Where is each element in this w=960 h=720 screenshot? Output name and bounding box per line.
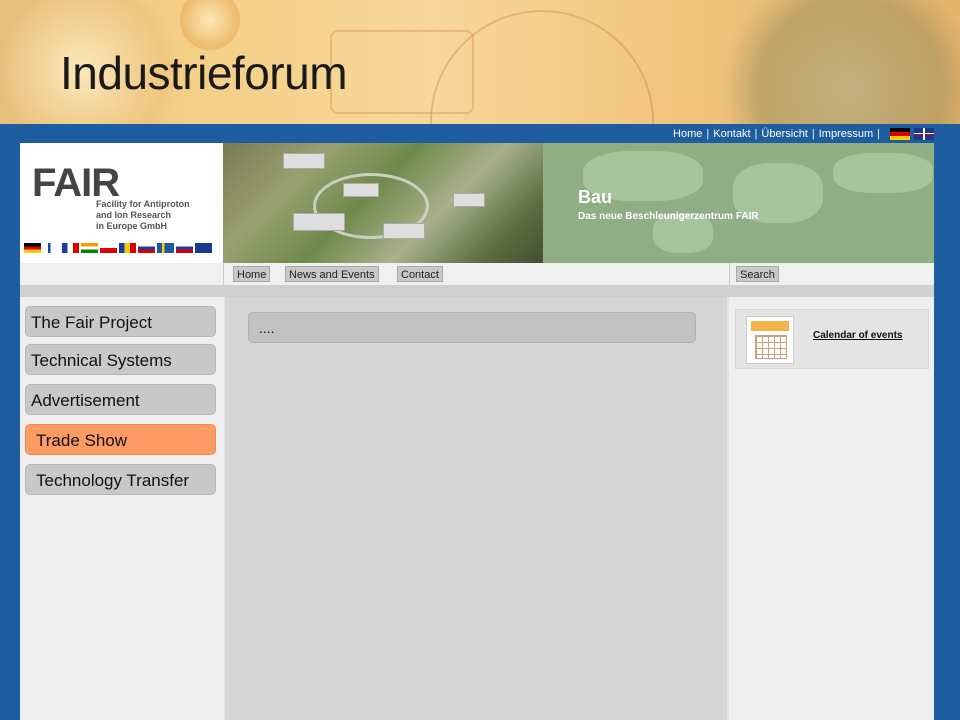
site-page: FAIR Facility for Antiproton and Ion Res… <box>20 143 934 720</box>
building <box>453 193 485 207</box>
separator: | <box>877 128 880 140</box>
german-flag-icon[interactable] <box>890 128 910 140</box>
banner-subtitle: Das neue Beschleunigerzentrum FAIR <box>578 211 759 222</box>
nav-news-button[interactable]: News and Events <box>285 266 379 282</box>
separator: | <box>706 128 710 140</box>
divider <box>729 263 730 285</box>
decor-accelerator <box>720 0 960 124</box>
language-flags <box>24 243 212 253</box>
separator: | <box>811 128 815 140</box>
nav-bar <box>20 263 934 285</box>
calendar-grid <box>755 335 787 359</box>
decor-frame <box>330 30 474 114</box>
top-menu-kontakt[interactable]: Kontakt <box>713 128 750 140</box>
top-menu-impressum[interactable]: Impressum <box>819 128 873 140</box>
slide-title: Industrieforum <box>60 47 348 99</box>
flag-se-icon[interactable] <box>157 243 174 253</box>
english-flag-icon[interactable] <box>914 128 934 140</box>
left-sidebar: The Fair Project Technical Systems Adver… <box>20 297 224 720</box>
frame-right-edge <box>934 143 960 720</box>
logo-text-line: Facility for Antiproton <box>96 199 190 209</box>
banner-title: Bau <box>578 187 613 207</box>
calendar-icon[interactable] <box>746 316 794 364</box>
calendar-header <box>751 321 789 331</box>
top-menu-home[interactable]: Home <box>673 128 702 140</box>
flag-pl-icon[interactable] <box>100 243 117 253</box>
sidebar-item-fair-project[interactable]: The Fair Project <box>25 306 216 337</box>
right-panel: Calendar of events <box>729 297 934 720</box>
flag-si-icon[interactable] <box>176 243 193 253</box>
building <box>383 223 425 239</box>
flag-fr-icon[interactable] <box>62 243 79 253</box>
sidebar-item-trade-show[interactable]: Trade Show <box>25 424 216 455</box>
building <box>293 213 345 231</box>
separator: | <box>754 128 758 140</box>
flag-ru-icon[interactable] <box>138 243 155 253</box>
nav-search-button[interactable]: Search <box>736 266 779 282</box>
logo-text-line: in Europe GmbH <box>96 221 168 231</box>
building <box>343 183 379 197</box>
continent <box>833 153 933 193</box>
sidebar-item-advertisement[interactable]: Advertisement <box>25 384 216 415</box>
sidebar-item-technical-systems[interactable]: Technical Systems <box>25 344 216 375</box>
flag-fi-icon[interactable] <box>43 243 60 253</box>
facility-aerial-image <box>223 143 543 263</box>
logo-text-line: and Ion Research <box>96 210 172 220</box>
calendar-of-events-link[interactable]: Calendar of events <box>813 330 902 341</box>
sidebar-item-technology-transfer[interactable]: Technology Transfer <box>25 464 216 495</box>
nav-home-button[interactable]: Home <box>233 266 271 282</box>
flag-ro-icon[interactable] <box>119 243 136 253</box>
main-content: .... <box>225 297 727 720</box>
fair-logo-text: Facility for Antiproton and Ion Research… <box>96 199 216 232</box>
calendar-widget: Calendar of events <box>735 309 929 369</box>
building <box>283 153 325 169</box>
content-box: .... <box>248 312 696 343</box>
flag-uk-icon[interactable] <box>195 243 212 253</box>
decor-sphere <box>180 0 240 50</box>
top-utility-menu: Home | Kontakt | Übersicht | Impressum | <box>673 127 934 141</box>
sub-strip <box>20 285 934 297</box>
nav-contact-button[interactable]: Contact <box>397 266 443 282</box>
top-menu-uebersicht[interactable]: Übersicht <box>761 128 807 140</box>
flag-de-icon[interactable] <box>24 243 41 253</box>
divider <box>223 263 224 285</box>
flag-in-icon[interactable] <box>81 243 98 253</box>
slide-header: Industrieforum <box>0 0 960 124</box>
fair-logo[interactable]: FAIR Facility for Antiproton and Ion Res… <box>20 143 223 263</box>
